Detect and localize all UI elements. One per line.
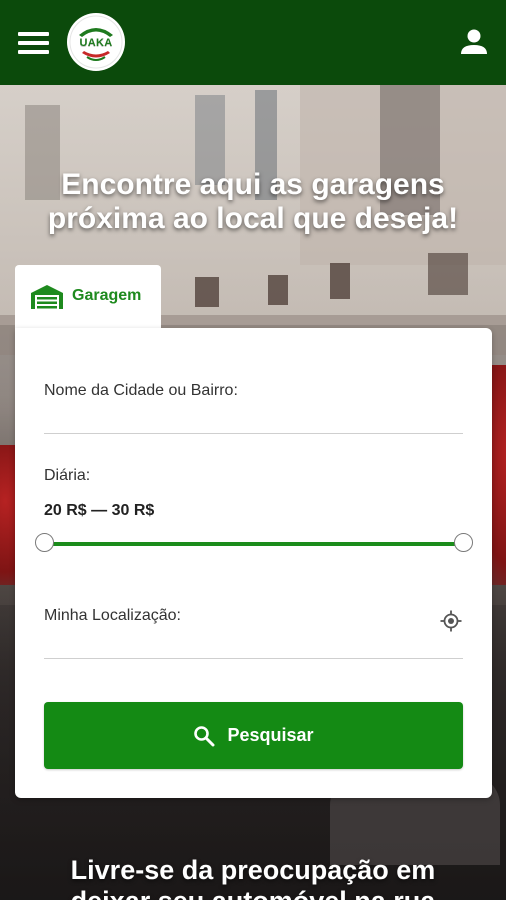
my-location-underline: [44, 658, 463, 659]
hero-headline: Encontre aqui as garagens próxima ao loc…: [0, 168, 506, 236]
section-headline-line2: deixar seu automóvel na rua: [0, 886, 506, 900]
location-underline: [44, 433, 463, 434]
section-headline-line1: Livre-se da preocupação em: [70, 855, 436, 885]
daily-label: Diária:: [44, 467, 91, 484]
tab-garagem[interactable]: Garagem: [15, 265, 161, 328]
gps-crosshair-icon[interactable]: [439, 609, 463, 633]
app-logo[interactable]: UAKA: [67, 13, 125, 71]
my-location-label: Minha Localização:: [44, 607, 181, 624]
search-button[interactable]: Pesquisar: [44, 702, 463, 769]
search-button-label: Pesquisar: [227, 725, 314, 745]
search-icon: [194, 725, 215, 746]
user-account-icon[interactable]: [459, 27, 489, 57]
tab-label: Garagem: [72, 287, 142, 304]
section-headline: Livre-se da preocupação em deixar seu au…: [0, 855, 506, 900]
top-app-bar: UAKA: [0, 0, 506, 85]
hero-headline-line1: Encontre aqui as garagens: [61, 168, 445, 201]
daily-range-slider-track[interactable]: [44, 542, 463, 546]
slider-min-handle[interactable]: [34, 533, 54, 552]
slider-max-handle[interactable]: [453, 533, 473, 552]
daily-range-value: 20 R$ — 30 R$: [44, 502, 155, 519]
garage-icon: [31, 285, 63, 309]
search-form-card: Nome da Cidade ou Bairro: Diária: 20 R$ …: [15, 328, 492, 798]
app-screen: UAKA Encontre aqui as garagens próxima a…: [0, 0, 506, 900]
logo-text: UAKA: [79, 37, 113, 49]
location-label: Nome da Cidade ou Bairro:: [44, 382, 238, 399]
hamburger-menu-icon[interactable]: [17, 30, 51, 56]
hero-headline-line2: próxima ao local que deseja!: [47, 202, 459, 235]
my-location-input[interactable]: [44, 624, 424, 658]
location-input[interactable]: [44, 400, 463, 434]
